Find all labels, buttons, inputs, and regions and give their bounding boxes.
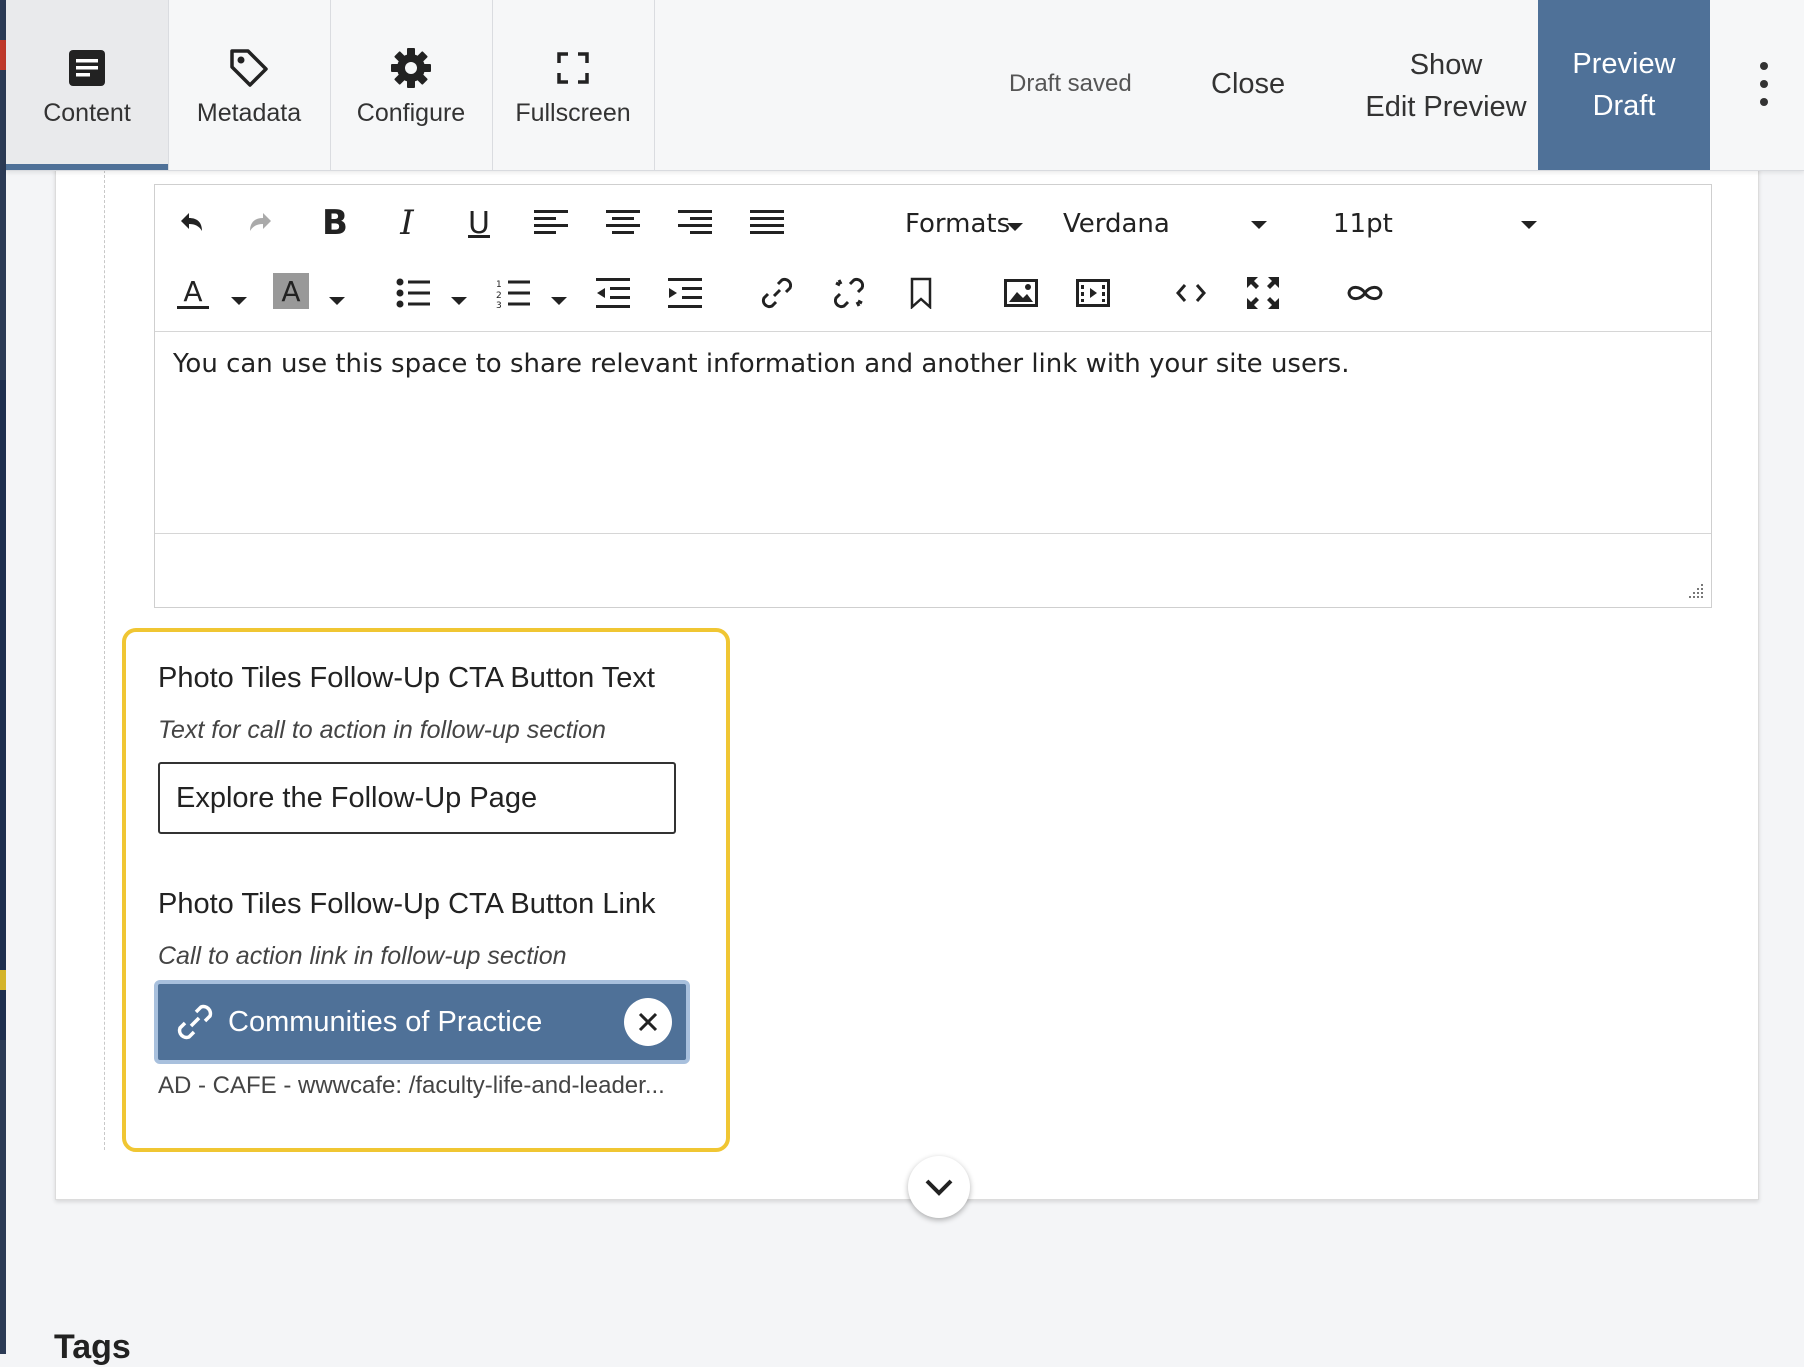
tab-metadata[interactable]: Metadata (168, 0, 331, 170)
editor-body-text[interactable]: You can use this space to share relevant… (173, 349, 1349, 379)
svg-text:1: 1 (496, 280, 502, 290)
draft-status: Draft saved (1009, 70, 1132, 97)
cta-text-label: Photo Tiles Follow-Up CTA Button Text (158, 662, 655, 694)
show-edit-preview-line1: Show (1409, 49, 1483, 81)
show-edit-preview-button[interactable]: Show Edit Preview (1346, 44, 1546, 128)
underline-icon[interactable]: U (459, 203, 499, 243)
cta-link-name: Communities of Practice (228, 1005, 543, 1038)
preview-draft-line1: Preview (1572, 48, 1676, 80)
tab-content[interactable]: Content (6, 0, 169, 170)
numbered-list-icon[interactable]: 123 (495, 275, 531, 311)
font-family-dropdown[interactable]: Verdana (1063, 209, 1170, 239)
resize-handle-icon[interactable] (1687, 582, 1705, 600)
source-code-icon[interactable] (1173, 275, 1209, 311)
font-size-dropdown[interactable]: 11pt (1333, 209, 1393, 239)
gear-icon (390, 43, 432, 93)
tab-configure-label: Configure (356, 98, 466, 127)
tab-metadata-label: Metadata (196, 98, 302, 127)
left-edge-strip (0, 0, 6, 1354)
cta-link-path: AD - CAFE - wwwcafe: /faculty-life-and-l… (158, 1072, 665, 1099)
tab-fullscreen-label: Fullscreen (515, 98, 631, 127)
insert-link-icon[interactable] (759, 275, 795, 311)
editor-toolbar: B I U Formats Verdana 11pt A A 1 2 3 (155, 185, 1711, 332)
font-family-caret-icon[interactable] (1251, 221, 1267, 229)
more-options-icon[interactable] (1754, 62, 1774, 106)
chevron-down-icon (925, 1179, 953, 1196)
unlink-icon[interactable] (831, 275, 867, 311)
content-icon (68, 43, 106, 93)
highlight-color-caret-icon[interactable] (329, 297, 345, 305)
rich-text-editor: B I U Formats Verdana 11pt A A 1 2 3 You… (154, 184, 1712, 608)
tab-content-label: Content (43, 98, 131, 127)
formats-caret-icon[interactable] (1007, 223, 1023, 231)
cta-link-help: Call to action link in follow-up section (158, 942, 567, 970)
bookmark-icon[interactable] (903, 275, 939, 311)
cta-text-input[interactable] (158, 762, 676, 834)
italic-icon[interactable]: I (387, 203, 427, 243)
infinity-link-icon[interactable] (1345, 275, 1385, 311)
bold-icon[interactable]: B (315, 203, 355, 243)
text-color-icon[interactable]: A (173, 273, 213, 313)
formats-dropdown[interactable]: Formats (905, 209, 1010, 239)
preview-draft-line2: Draft (1592, 90, 1656, 122)
cta-link-selected[interactable]: Communities of Practice (154, 980, 690, 1064)
undo-icon[interactable] (173, 205, 209, 241)
align-center-icon[interactable] (605, 205, 641, 241)
align-justify-icon[interactable] (749, 205, 785, 241)
svg-text:3: 3 (496, 301, 502, 308)
cta-fields-group: Photo Tiles Follow-Up CTA Button Text Te… (122, 628, 730, 1152)
cta-text-help: Text for call to action in follow-up sec… (158, 716, 606, 744)
text-color-caret-icon[interactable] (231, 297, 247, 305)
align-left-icon[interactable] (533, 205, 569, 241)
numbered-list-caret-icon[interactable] (551, 297, 567, 305)
show-edit-preview-line2: Edit Preview (1365, 91, 1527, 123)
fullscreen-editor-icon[interactable] (1245, 275, 1281, 311)
remove-link-icon[interactable] (624, 998, 672, 1046)
insert-media-icon[interactable] (1075, 275, 1111, 311)
insert-image-icon[interactable] (1003, 275, 1039, 311)
fullscreen-icon (557, 43, 589, 93)
bullet-list-caret-icon[interactable] (451, 297, 467, 305)
link-icon (176, 1003, 214, 1041)
close-button[interactable]: Close (1211, 68, 1285, 101)
nesting-guide-line (104, 170, 105, 1150)
top-toolbar: Content Metadata Configure Fullscreen Dr… (6, 0, 1804, 171)
redo-icon[interactable] (243, 205, 279, 241)
outdent-icon[interactable] (595, 275, 631, 311)
highlight-color-icon[interactable]: A (273, 273, 309, 309)
svg-text:2: 2 (496, 291, 502, 301)
editor-statusbar (155, 533, 1711, 606)
tag-icon (228, 43, 270, 93)
font-size-caret-icon[interactable] (1521, 221, 1537, 229)
bullet-list-icon[interactable] (395, 275, 431, 311)
tags-heading: Tags (54, 1328, 131, 1366)
preview-draft-button[interactable]: Preview Draft (1538, 0, 1710, 170)
tab-fullscreen[interactable]: Fullscreen (492, 0, 655, 170)
align-right-icon[interactable] (677, 205, 713, 241)
indent-icon[interactable] (667, 275, 703, 311)
tab-configure[interactable]: Configure (330, 0, 493, 170)
collapse-section-button[interactable] (908, 1156, 970, 1218)
cta-link-label: Photo Tiles Follow-Up CTA Button Link (158, 888, 656, 920)
